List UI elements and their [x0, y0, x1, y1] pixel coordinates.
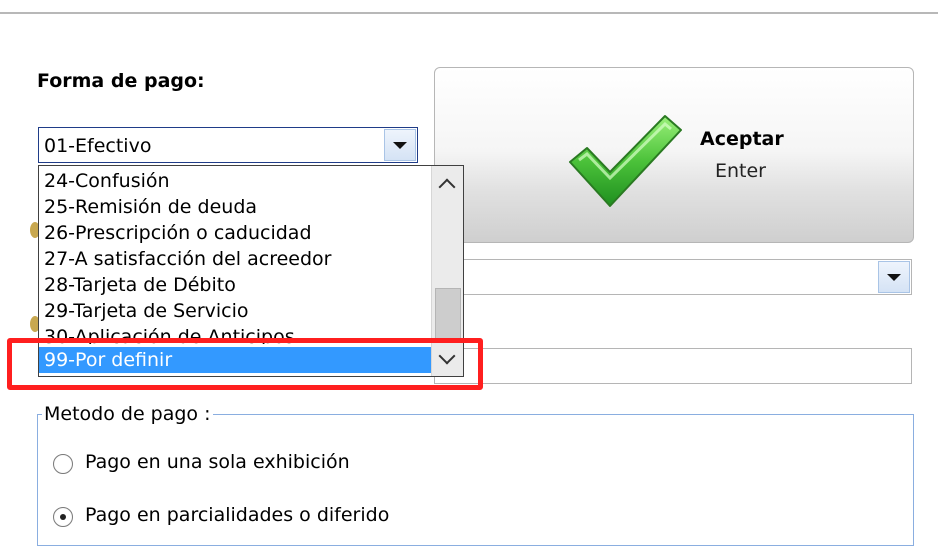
aceptar-label: Aceptar: [700, 128, 784, 150]
list-item[interactable]: 25-Remisión de deuda: [39, 194, 431, 220]
checkmark-icon: [569, 115, 682, 207]
list-item[interactable]: 26-Prescripción o caducidad: [39, 220, 431, 246]
enter-shortcut-label: Enter: [715, 160, 766, 182]
radio-button[interactable]: [53, 454, 73, 474]
forma-de-pago-combobox[interactable]: 01-Efectivo: [38, 127, 418, 163]
radio-label: Pago en una sola exhibición: [85, 451, 350, 473]
secondary-dropdown-button[interactable]: [878, 261, 910, 293]
chevron-up-icon: [438, 178, 456, 196]
list-item[interactable]: 27-A satisfacción del acreedor: [39, 246, 431, 272]
chevron-down-icon: [887, 274, 901, 281]
text-input[interactable]: [434, 348, 912, 384]
metodo-de-pago-group: Metodo de pago : Pago en una sola exhibi…: [37, 403, 914, 546]
highlight-annotation: [7, 338, 483, 390]
radio-label: Pago en parcialidades o diferido: [85, 504, 390, 526]
forma-de-pago-label: Forma de pago:: [37, 70, 205, 92]
scroll-up-button[interactable]: [432, 168, 463, 198]
list-item[interactable]: 28-Tarjeta de Débito: [39, 272, 431, 298]
aceptar-button[interactable]: Aceptar Enter: [434, 67, 914, 243]
scroll-thumb[interactable]: [435, 288, 461, 340]
top-divider: [0, 12, 938, 14]
radio-button-selected[interactable]: [53, 507, 73, 527]
radio-dot-icon: [60, 514, 66, 520]
list-item[interactable]: 24-Confusión: [39, 168, 431, 194]
chevron-down-icon: [393, 142, 407, 149]
forma-de-pago-value: 01-Efectivo: [44, 135, 152, 157]
forma-de-pago-dropdown-button[interactable]: [384, 129, 416, 161]
secondary-combobox[interactable]: [430, 259, 912, 295]
metodo-de-pago-legend: Metodo de pago :: [42, 403, 213, 425]
list-item[interactable]: 29-Tarjeta de Servicio: [39, 298, 431, 324]
